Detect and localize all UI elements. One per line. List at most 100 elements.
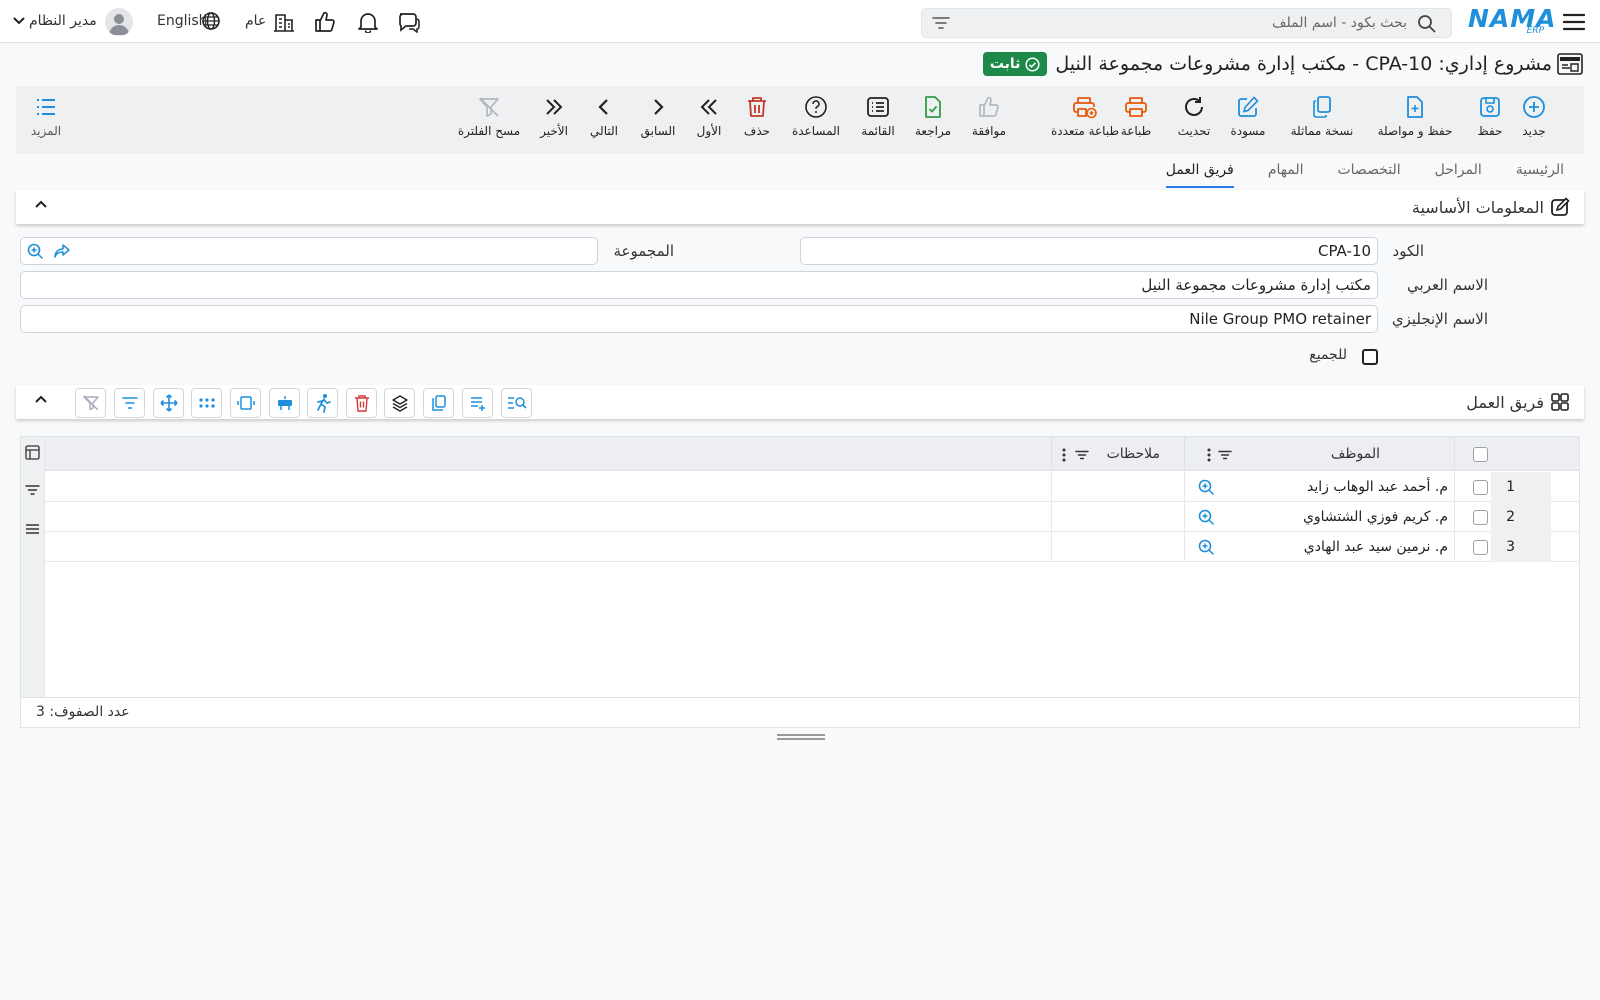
trash-icon: [745, 92, 769, 122]
next-button[interactable]: التالي: [584, 92, 624, 148]
logo-subtext: ERP: [1526, 26, 1544, 36]
search-add-icon[interactable]: [26, 242, 44, 260]
row-number: 1: [1491, 472, 1551, 502]
notes-cell[interactable]: [1051, 472, 1185, 502]
approve-button[interactable]: موافقة: [964, 92, 1014, 148]
thumbs-up-icon[interactable]: [313, 11, 337, 33]
employee-cell[interactable]: م. أحمد عبد الوهاب زايد: [1185, 472, 1455, 502]
code-field[interactable]: CPA-10: [800, 237, 1378, 265]
running-person-icon: [314, 393, 332, 413]
similar-copy-button[interactable]: نسخة مماثلة: [1282, 92, 1362, 148]
grid-fit-button[interactable]: [230, 388, 261, 418]
table-row[interactable]: 3 م. نرمين سيد عبد الهادي: [45, 532, 1579, 562]
refresh-button[interactable]: تحديث: [1170, 92, 1218, 148]
tab-main[interactable]: الرئيسية: [1516, 160, 1564, 188]
save-continue-button[interactable]: حفظ و مواصلة: [1370, 92, 1460, 148]
page-title: مشروع إداري: CPA-10 - مكتب إدارة مشروعات…: [1055, 53, 1552, 75]
search-add-icon[interactable]: [1197, 508, 1215, 526]
tab-tasks[interactable]: المهام: [1268, 160, 1304, 188]
refresh-icon: [1182, 92, 1206, 122]
building-icon[interactable]: [272, 11, 296, 33]
for-all-checkbox[interactable]: [1362, 349, 1378, 365]
column-menu-icon[interactable]: [1207, 448, 1211, 462]
tab-stages[interactable]: المراحل: [1435, 160, 1482, 188]
column-filter-icon[interactable]: [1218, 450, 1232, 460]
collapse-team-icon[interactable]: [34, 394, 48, 404]
resize-handle[interactable]: [777, 734, 825, 740]
filter-icon[interactable]: [25, 484, 40, 496]
search-input[interactable]: [967, 13, 1407, 33]
table-row[interactable]: 1 م. أحمد عبد الوهاب زايد: [45, 472, 1579, 502]
branch-label[interactable]: عام: [245, 13, 266, 29]
arabic-name-field[interactable]: مكتب إدارة مشروعات مجموعة النيل: [20, 271, 1378, 299]
basic-info-title-text: المعلومات الأساسية: [1411, 197, 1544, 217]
chevron-down-icon[interactable]: [12, 16, 26, 26]
grid-dots-button[interactable]: [191, 388, 222, 418]
fit-width-icon: [236, 394, 255, 412]
avatar[interactable]: [105, 8, 133, 36]
column-filter-icon[interactable]: [1075, 450, 1089, 460]
employee-cell[interactable]: م. كريم فوزي الشتشاوي: [1185, 502, 1455, 532]
english-name-field[interactable]: Nile Group PMO retainer: [20, 305, 1378, 333]
grid-filter-button[interactable]: [114, 388, 145, 418]
grid-delete-button[interactable]: [346, 388, 377, 418]
row-checkbox[interactable]: [1472, 509, 1488, 525]
save-button[interactable]: حفظ: [1470, 92, 1510, 148]
collapse-basic-info-icon[interactable]: [34, 199, 48, 209]
table-row[interactable]: 2 م. كريم فوزي الشتشاوي: [45, 502, 1579, 532]
filter-off-icon: [477, 92, 501, 122]
filter-icon[interactable]: [932, 16, 950, 30]
search-icon[interactable]: [1417, 14, 1437, 34]
grid-insert-row-button[interactable]: [269, 388, 300, 418]
row-checkbox[interactable]: [1472, 539, 1488, 555]
list-add-icon: [469, 394, 487, 412]
grid-layers-button[interactable]: [384, 388, 415, 418]
select-all-checkbox[interactable]: [1472, 446, 1488, 462]
list-button[interactable]: القائمة: [854, 92, 902, 148]
last-button[interactable]: الأخير: [534, 92, 574, 148]
row-checkbox-cell: [1467, 502, 1493, 532]
user-name[interactable]: مدير النظام: [29, 13, 97, 29]
clear-filter-button[interactable]: مسح الفلترة: [456, 92, 522, 148]
language-switch[interactable]: English: [157, 13, 208, 29]
grid-move-button[interactable]: [153, 388, 184, 418]
delete-button[interactable]: حذف: [738, 92, 776, 148]
grid-run-button[interactable]: [307, 388, 338, 418]
help-button[interactable]: المساعدة: [788, 92, 844, 148]
previous-button[interactable]: السابق: [638, 92, 678, 148]
notes-column-header[interactable]: ملاحظات: [1051, 437, 1185, 471]
filter-off-icon: [82, 394, 100, 412]
chat-icon[interactable]: [397, 11, 421, 33]
group-field[interactable]: [20, 237, 598, 265]
column-menu-icon[interactable]: [1062, 448, 1066, 462]
more-button[interactable]: المزيد: [24, 92, 68, 148]
notes-cell[interactable]: [1051, 532, 1185, 562]
review-button[interactable]: مراجعة: [908, 92, 958, 148]
grid-add-row-button[interactable]: [462, 388, 493, 418]
row-checkbox[interactable]: [1472, 479, 1488, 495]
first-button[interactable]: الأول: [690, 92, 728, 148]
share-icon[interactable]: [53, 243, 71, 259]
hamburger-menu-icon[interactable]: [1563, 12, 1585, 32]
grid-copy-button[interactable]: [423, 388, 454, 418]
tab-specializations[interactable]: التخصصات: [1337, 160, 1400, 188]
multi-print-button[interactable]: طباعة متعددة: [1046, 92, 1124, 148]
copy-icon: [430, 394, 448, 412]
grid-clear-filter-button[interactable]: [75, 388, 106, 418]
nama-erp-logo[interactable]: NAMA ERP: [1468, 6, 1556, 38]
team-title-text: فريق العمل: [1466, 392, 1544, 412]
trash-icon: [354, 394, 370, 412]
grid-search-button[interactable]: [501, 388, 532, 418]
menu-lines-icon[interactable]: [25, 523, 40, 535]
tab-team[interactable]: فريق العمل: [1165, 160, 1234, 188]
search-add-icon[interactable]: [1197, 538, 1215, 556]
table-columns-icon[interactable]: [25, 445, 40, 460]
draft-button[interactable]: مسودة: [1224, 92, 1272, 148]
tab-bar: الرئيسية المراحل التخصصات المهام فريق ال…: [1132, 160, 1564, 188]
bell-icon[interactable]: [356, 11, 380, 33]
new-button[interactable]: جديد: [1506, 92, 1562, 148]
employee-cell[interactable]: م. نرمين سيد عبد الهادي: [1185, 532, 1455, 562]
notes-cell[interactable]: [1051, 502, 1185, 532]
search-add-icon[interactable]: [1197, 478, 1215, 496]
help-label: المساعدة: [791, 124, 841, 138]
